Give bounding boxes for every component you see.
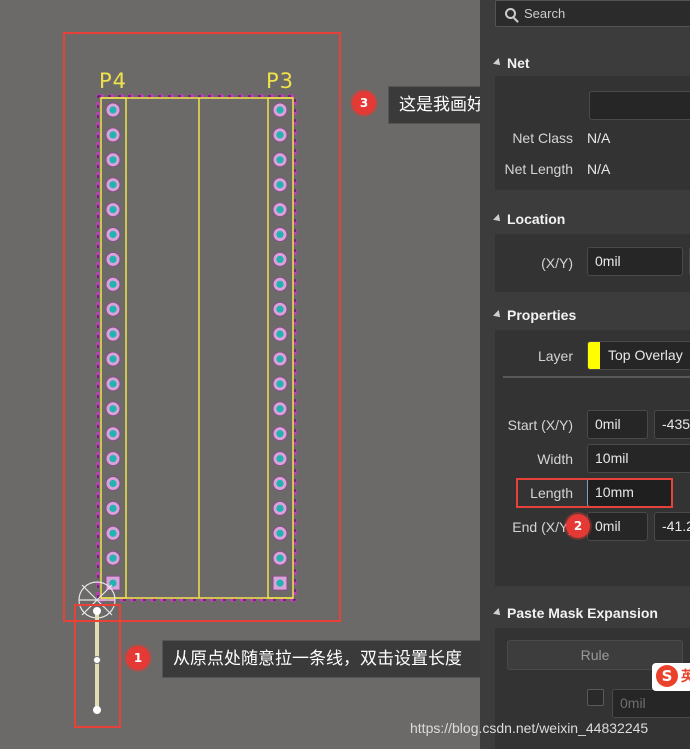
section-net-title: Net (507, 55, 530, 71)
pcb-canvas[interactable]: P4 P3 1 从原点处随意拉一条线，双击设置长度 3 这是我画好辅助线之后的板… (0, 0, 669, 749)
sogou-logo-text: 英 (681, 669, 690, 685)
sogou-s-icon: S (656, 665, 678, 687)
paste-mask-input[interactable]: 0mil (612, 689, 690, 718)
sogou-logo: S英 (652, 663, 690, 691)
section-properties-title: Properties (507, 307, 577, 323)
search-icon (505, 8, 516, 19)
properties-separator (503, 376, 690, 378)
layer-value: Top Overlay (608, 347, 683, 363)
search-input[interactable]: Search (495, 0, 690, 27)
start-x-input[interactable]: 0mil (587, 410, 648, 439)
board-highlight-box (63, 32, 341, 622)
section-location-title: Location (507, 211, 566, 227)
location-xy-label: (X/Y) (541, 255, 573, 271)
end-y-input[interactable]: -41.2 (654, 512, 690, 541)
step-badge-3: 3 (352, 91, 376, 115)
net-class-value: N/A (587, 130, 611, 146)
layer-color-swatch (588, 342, 600, 369)
section-net-header[interactable]: Net (493, 52, 690, 74)
watermark-url: https://blog.csdn.net/weixin_44832245 (410, 720, 649, 736)
section-properties-body: Layer Top Overlay Start (X/Y) 0mil -435 … (495, 330, 690, 586)
section-paste-mask-header[interactable]: Paste Mask Expansion (493, 602, 690, 624)
callout-step-1: 从原点处随意拉一条线，双击设置长度 (162, 640, 526, 678)
net-class-label: Net Class (512, 130, 573, 146)
collapse-triangle-icon (493, 310, 503, 320)
layer-select[interactable]: Top Overlay (587, 341, 690, 370)
net-name-field[interactable] (589, 91, 690, 120)
layer-label: Layer (537, 348, 573, 364)
line-highlight-box (74, 604, 121, 728)
start-xy-label: Start (X/Y) (507, 417, 573, 433)
width-label: Width (537, 451, 573, 467)
end-xy-label: End (X/Y) (512, 519, 573, 535)
step-badge-1: 1 (126, 646, 150, 670)
section-net-body: Net Class N/A Net Length N/A (495, 76, 690, 190)
collapse-triangle-icon (493, 608, 503, 618)
collapse-triangle-icon (493, 58, 503, 68)
section-location-header[interactable]: Location (493, 208, 690, 230)
width-input[interactable]: 10mil (587, 444, 690, 473)
start-y-input[interactable]: -435 (654, 410, 690, 439)
net-length-value: N/A (587, 161, 611, 177)
step-badge-2: 2 (566, 514, 590, 538)
paste-mask-checkbox[interactable] (587, 689, 604, 706)
properties-panel: Search Net Net Class N/A Net Length N/A … (480, 0, 690, 749)
end-x-input[interactable]: 0mil (587, 512, 648, 541)
net-length-label: Net Length (504, 161, 574, 177)
section-paste-mask-title: Paste Mask Expansion (507, 605, 658, 621)
collapse-triangle-icon (493, 214, 503, 224)
length-highlight-box (516, 478, 673, 508)
section-properties-header[interactable]: Properties (493, 304, 690, 326)
section-location-body: (X/Y) 0mil (495, 234, 690, 292)
location-x-input[interactable]: 0mil (587, 247, 683, 276)
search-placeholder: Search (524, 6, 566, 21)
